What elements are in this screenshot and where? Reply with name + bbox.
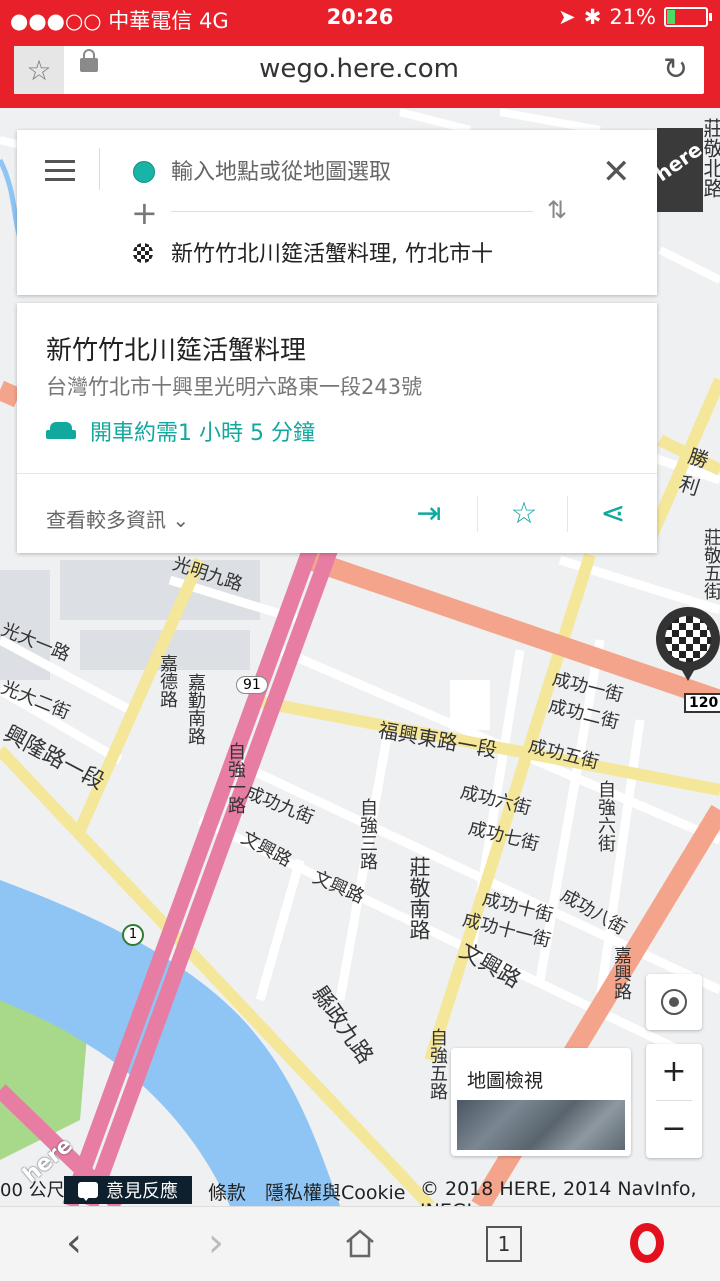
drive-time-link[interactable]: 開車約需1 小時 5 分鐘 — [46, 415, 315, 447]
place-title: 新竹竹北川筵活蟹料理 — [46, 336, 307, 366]
route-shield-1: 1 — [122, 924, 144, 946]
reload-icon[interactable]: ↻ — [663, 52, 688, 87]
drive-time-text: 開車約需1 小時 5 分鐘 — [90, 421, 315, 446]
browser-bottom-nav: ‹ › 1 — [0, 1206, 720, 1281]
street-label-guangming-9: 光明九路 — [170, 553, 246, 596]
close-icon[interactable]: ✕ — [602, 152, 631, 192]
street-label-ziqiang-6: 自強六街 — [595, 780, 616, 852]
destination-pin[interactable] — [656, 607, 720, 681]
car-icon — [46, 422, 76, 440]
feedback-button[interactable]: 意見反應 — [64, 1176, 192, 1204]
street-label-guangda-2: 光大二街 — [0, 677, 73, 724]
scale-bar: 00 公尺 — [0, 1180, 65, 1201]
street-label-jiade: 嘉德路 — [157, 654, 178, 708]
tabs-count-button[interactable]: 1 — [486, 1226, 522, 1262]
checkered-flag-icon — [665, 616, 711, 662]
origin-input[interactable]: 輸入地點或從地圖選取 — [171, 154, 391, 186]
map-view-toggle[interactable]: 地圖檢視 — [451, 1048, 631, 1156]
swap-icon[interactable]: ⇅ — [547, 196, 567, 224]
route-search-card: 輸入地點或從地圖選取 ✕ + ⇅ 新竹竹北川筵活蟹料理, 竹北市十 — [17, 130, 657, 295]
street-label-jiaxing: 嘉興路 — [611, 946, 632, 1000]
share-icon[interactable]: ⋖ — [593, 496, 633, 536]
street-label-ziqiang-3: 自強三路 — [357, 798, 378, 870]
place-address: 台灣竹北市十興里光明六路東一段243號 — [46, 375, 423, 399]
street-label-xianzheng-9: 縣政九路 — [306, 982, 378, 1069]
add-waypoint-icon[interactable]: + — [131, 194, 158, 232]
privacy-link[interactable]: 隱私權與Cookie — [265, 1178, 406, 1205]
street-label-ziqiang-1: 自強一路 — [225, 742, 246, 814]
star-icon[interactable]: ☆ — [504, 496, 544, 536]
locate-me-button[interactable] — [646, 974, 702, 1030]
street-label-chenggong-6: 成功六街 — [458, 781, 534, 820]
place-card: 新竹竹北川筵活蟹料理 台灣竹北市十興里光明六路東一段243號 開車約需1 小時 … — [17, 303, 657, 553]
divider — [171, 211, 533, 212]
menu-icon[interactable] — [45, 160, 75, 182]
street-label-wenxing-a: 文興路 — [237, 827, 296, 872]
bluetooth-icon: ✱ — [583, 5, 602, 29]
feedback-label: 意見反應 — [106, 1181, 178, 1202]
street-label-guangda-1: 光大一路 — [0, 619, 73, 666]
divider — [477, 496, 478, 532]
street-label-zhuangjing-south: 莊敬南路 — [407, 856, 431, 940]
street-label-jiaqin-south: 嘉勤南路 — [185, 673, 206, 745]
zoom-out-button[interactable]: − — [646, 1101, 702, 1157]
street-label-chenggong-9: 成功九街 — [242, 782, 317, 829]
directions-icon[interactable]: ⇥ — [409, 496, 449, 536]
back-icon[interactable]: ‹ — [56, 1221, 92, 1265]
checkered-flag-icon — [133, 243, 153, 263]
status-right: ➤ ✱ 21% — [558, 5, 712, 29]
zoom-in-button[interactable]: + — [646, 1044, 702, 1100]
home-icon[interactable] — [344, 1227, 376, 1259]
opera-menu-icon[interactable] — [630, 1223, 664, 1263]
street-label-fuxing-east-1: 福興東路一段 — [376, 717, 499, 763]
satellite-thumbnail — [457, 1100, 625, 1150]
route-shield-120: 120 — [684, 693, 720, 713]
divider — [99, 148, 100, 190]
terms-link[interactable]: 條款 — [208, 1178, 246, 1205]
battery-icon — [664, 7, 712, 27]
comment-icon — [78, 1182, 98, 1201]
address-bar[interactable]: ☆ wego.here.com ↻ — [14, 46, 704, 94]
url-text[interactable]: wego.here.com — [14, 54, 704, 84]
battery-percent: 21% — [609, 5, 656, 29]
forward-icon[interactable]: › — [198, 1221, 234, 1265]
street-label-zhuangjing-5: 莊敬五街 — [701, 528, 720, 600]
zoom-control: + − — [646, 1044, 702, 1158]
street-label-chenggong-8: 成功八街 — [556, 885, 630, 940]
street-label-shengli: 勝利 — [676, 443, 712, 501]
browser-toolbar: ☆ wego.here.com ↻ — [0, 36, 720, 108]
divider — [567, 496, 568, 532]
street-label-chenggong-5: 成功五街 — [526, 735, 602, 774]
destination-input[interactable]: 新竹竹北川筵活蟹料理, 竹北市十 — [171, 236, 521, 268]
more-info-link[interactable]: 查看較多資訊 ⌄ — [46, 504, 189, 533]
divider — [17, 473, 657, 474]
origin-dot-icon — [133, 161, 155, 183]
map-footer: 00 公尺 意見反應 條款 隱私權與Cookie © 2018 HERE, 20… — [0, 1176, 720, 1222]
map-view-label: 地圖檢視 — [467, 1070, 544, 1092]
street-label-chenggong-7: 成功七街 — [466, 817, 542, 856]
route-shield-91: 91 — [236, 676, 268, 694]
street-label-ziqiang-5: 自強五路 — [427, 1028, 448, 1100]
status-bar: ●●●○○ 中華電信 4G 20:26 ➤ ✱ 21% — [0, 0, 720, 36]
street-label-xinglong-1: 興隆路一段 — [0, 721, 109, 796]
target-icon — [661, 989, 687, 1015]
here-logo: here — [657, 128, 703, 212]
location-arrow-icon: ➤ — [558, 5, 576, 29]
